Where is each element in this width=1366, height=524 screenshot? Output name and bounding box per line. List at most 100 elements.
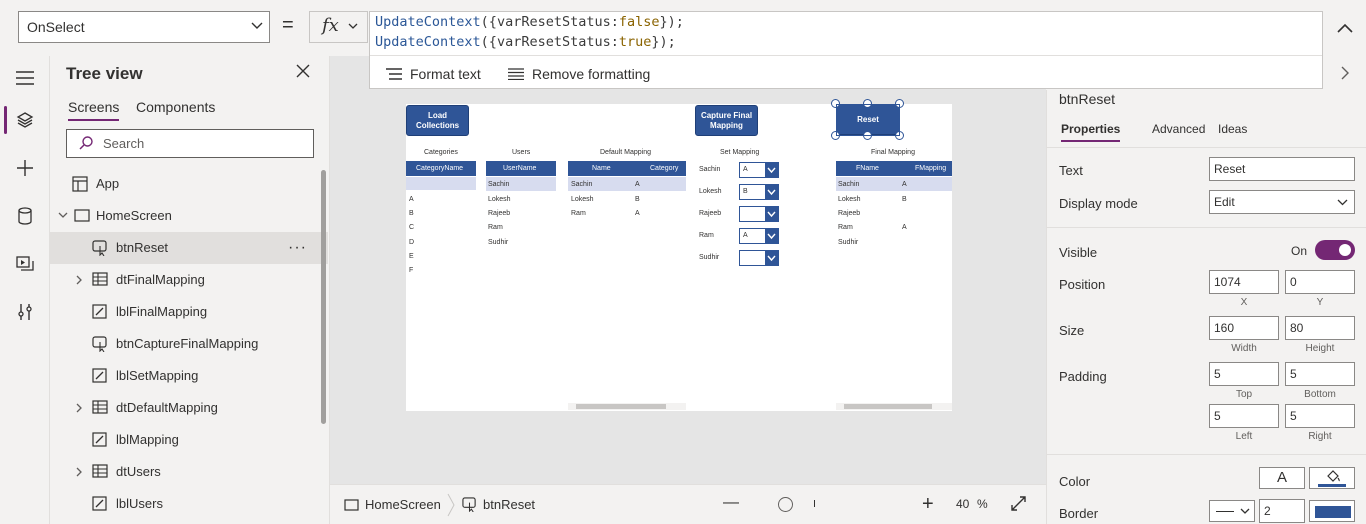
users-cell[interactable]: Lokesh bbox=[488, 193, 511, 206]
text-color-picker[interactable]: A bbox=[1259, 467, 1305, 489]
formula-editor[interactable]: UpdateContext({varResetStatus:false}); U… bbox=[369, 11, 1323, 89]
categories-cell[interactable]: E bbox=[409, 250, 414, 263]
position-y-input[interactable]: 0 bbox=[1285, 270, 1355, 294]
final-mapping-cell[interactable]: Rajeeb bbox=[838, 207, 860, 220]
expand-panel-button[interactable] bbox=[1323, 56, 1366, 90]
categories-cell[interactable]: A bbox=[409, 193, 414, 206]
tab-components[interactable]: Components bbox=[136, 99, 215, 115]
tree-scrollbar[interactable] bbox=[321, 170, 326, 424]
set-mapping-dropdown[interactable]: B bbox=[739, 184, 779, 200]
tree-item-lblmapping[interactable]: lblMapping bbox=[50, 424, 328, 456]
set-mapping-dropdown[interactable] bbox=[739, 250, 779, 266]
tab-properties[interactable]: Properties bbox=[1061, 122, 1121, 142]
categories-selected-row[interactable] bbox=[406, 177, 476, 190]
tree-item-label: lblUsers bbox=[116, 496, 163, 511]
border-width-input[interactable]: 2 bbox=[1259, 499, 1305, 523]
visible-toggle[interactable] bbox=[1315, 240, 1355, 260]
breadcrumb-control[interactable]: btnReset bbox=[462, 497, 535, 512]
tree-item-lblusers[interactable]: lblUsers bbox=[50, 488, 328, 520]
chevron-right-icon[interactable] bbox=[76, 275, 83, 285]
users-cell[interactable]: Sachin bbox=[488, 178, 509, 191]
zoom-slider-thumb[interactable] bbox=[778, 497, 793, 512]
final-mapping-cell[interactable]: B bbox=[902, 193, 907, 206]
categories-cell[interactable]: D bbox=[409, 236, 414, 249]
final-mapping-cell[interactable]: Sudhir bbox=[838, 236, 858, 249]
fit-to-window-icon[interactable] bbox=[1011, 496, 1026, 511]
categories-cell[interactable]: C bbox=[409, 221, 414, 234]
chevron-right-icon[interactable] bbox=[76, 403, 83, 413]
tab-advanced[interactable]: Advanced bbox=[1152, 122, 1205, 136]
default-mapping-scrollbar[interactable] bbox=[568, 403, 686, 410]
tab-screens[interactable]: Screens bbox=[68, 99, 120, 121]
categories-cell[interactable]: B bbox=[409, 207, 414, 220]
tree-view-button[interactable] bbox=[0, 98, 50, 142]
default-mapping-cell[interactable]: Lokesh bbox=[571, 193, 594, 206]
final-mapping-cell[interactable]: Lokesh bbox=[838, 193, 861, 206]
tree-item-dtusers[interactable]: dtUsers bbox=[50, 456, 328, 488]
app-screen-canvas[interactable]: Load Collections Capture Final Mapping R… bbox=[406, 99, 952, 411]
position-x-input[interactable]: 1074 bbox=[1209, 270, 1279, 294]
chevron-right-icon[interactable] bbox=[76, 467, 83, 477]
text-input[interactable]: Reset bbox=[1209, 157, 1355, 181]
padding-right-input[interactable]: 5 bbox=[1285, 404, 1355, 428]
tree-search-input[interactable]: Search bbox=[66, 129, 314, 158]
final-mapping-scrollbar[interactable] bbox=[836, 403, 952, 410]
scroll-thumb[interactable] bbox=[844, 404, 932, 409]
more-options-icon[interactable]: ··· bbox=[288, 232, 307, 264]
users-cell[interactable]: Ram bbox=[488, 221, 503, 234]
chevron-up-icon bbox=[1336, 23, 1353, 33]
zoom-out-button[interactable]: — bbox=[723, 494, 739, 512]
remove-formatting-icon bbox=[508, 68, 524, 80]
tree-item-app[interactable]: App bbox=[50, 168, 328, 200]
fill-color-picker[interactable] bbox=[1309, 467, 1355, 489]
default-mapping-cell[interactable]: A bbox=[635, 178, 640, 191]
final-mapping-cell[interactable]: Ram bbox=[838, 221, 853, 234]
zoom-in-button[interactable]: + bbox=[922, 493, 934, 516]
display-mode-dropdown[interactable]: Edit bbox=[1209, 190, 1355, 214]
tree-item-dtfinalmapping[interactable]: dtFinalMapping bbox=[50, 264, 328, 296]
padding-left-input[interactable]: 5 bbox=[1209, 404, 1279, 428]
default-mapping-cell[interactable]: Ram bbox=[571, 207, 586, 220]
tab-ideas[interactable]: Ideas bbox=[1218, 122, 1247, 136]
padding-top-input[interactable]: 5 bbox=[1209, 362, 1279, 386]
tree-item-homescreen[interactable]: HomeScreen bbox=[50, 200, 328, 232]
load-collections-button[interactable]: Load Collections bbox=[406, 105, 469, 136]
final-mapping-cell[interactable]: Sachin bbox=[838, 178, 859, 191]
tree-item-lblfinalmapping[interactable]: lblFinalMapping bbox=[50, 296, 328, 328]
set-mapping-dropdown[interactable] bbox=[739, 206, 779, 222]
breadcrumb-screen[interactable]: HomeScreen bbox=[344, 497, 441, 512]
set-mapping-dropdown[interactable]: A bbox=[739, 228, 779, 244]
tree-item-lblsetmapping[interactable]: lblSetMapping bbox=[50, 360, 328, 392]
border-style-dropdown[interactable] bbox=[1209, 500, 1255, 522]
tree-item-dtdefaultmapping[interactable]: dtDefaultMapping bbox=[50, 392, 328, 424]
tree-item-btncapturefinalmapping[interactable]: btnCaptureFinalMapping bbox=[50, 328, 328, 360]
categories-cell[interactable]: F bbox=[409, 264, 413, 277]
border-color-picker[interactable] bbox=[1309, 500, 1355, 522]
collapse-formula-button[interactable] bbox=[1323, 11, 1366, 44]
default-mapping-cell[interactable]: A bbox=[635, 207, 640, 220]
capture-final-mapping-button[interactable]: Capture Final Mapping bbox=[695, 105, 758, 136]
final-mapping-cell[interactable]: A bbox=[902, 178, 907, 191]
final-mapping-cell[interactable]: A bbox=[902, 221, 907, 234]
users-cell[interactable]: Sudhir bbox=[488, 236, 508, 249]
scroll-thumb[interactable] bbox=[576, 404, 666, 409]
default-mapping-cell[interactable]: B bbox=[635, 193, 640, 206]
tree-item-btnreset[interactable]: btnReset ··· bbox=[50, 232, 328, 264]
hamburger-menu-button[interactable] bbox=[0, 56, 50, 100]
media-button[interactable] bbox=[0, 242, 50, 286]
default-mapping-cell[interactable]: Sachin bbox=[571, 178, 592, 191]
fx-button[interactable]: fx bbox=[309, 11, 368, 43]
users-cell[interactable]: Rajeeb bbox=[488, 207, 510, 220]
size-width-input[interactable]: 160 bbox=[1209, 316, 1279, 340]
data-button[interactable] bbox=[0, 194, 50, 238]
set-mapping-dropdown[interactable]: A bbox=[739, 162, 779, 178]
remove-formatting-button[interactable]: Remove formatting bbox=[508, 66, 650, 82]
insert-button[interactable] bbox=[0, 146, 50, 190]
format-text-button[interactable]: Format text bbox=[386, 66, 481, 82]
padding-bottom-input[interactable]: 5 bbox=[1285, 362, 1355, 386]
size-height-input[interactable]: 80 bbox=[1285, 316, 1355, 340]
advanced-tools-button[interactable] bbox=[0, 290, 50, 334]
close-tree-button[interactable] bbox=[296, 64, 310, 78]
property-dropdown[interactable]: OnSelect bbox=[18, 11, 270, 43]
media-icon bbox=[16, 256, 34, 271]
